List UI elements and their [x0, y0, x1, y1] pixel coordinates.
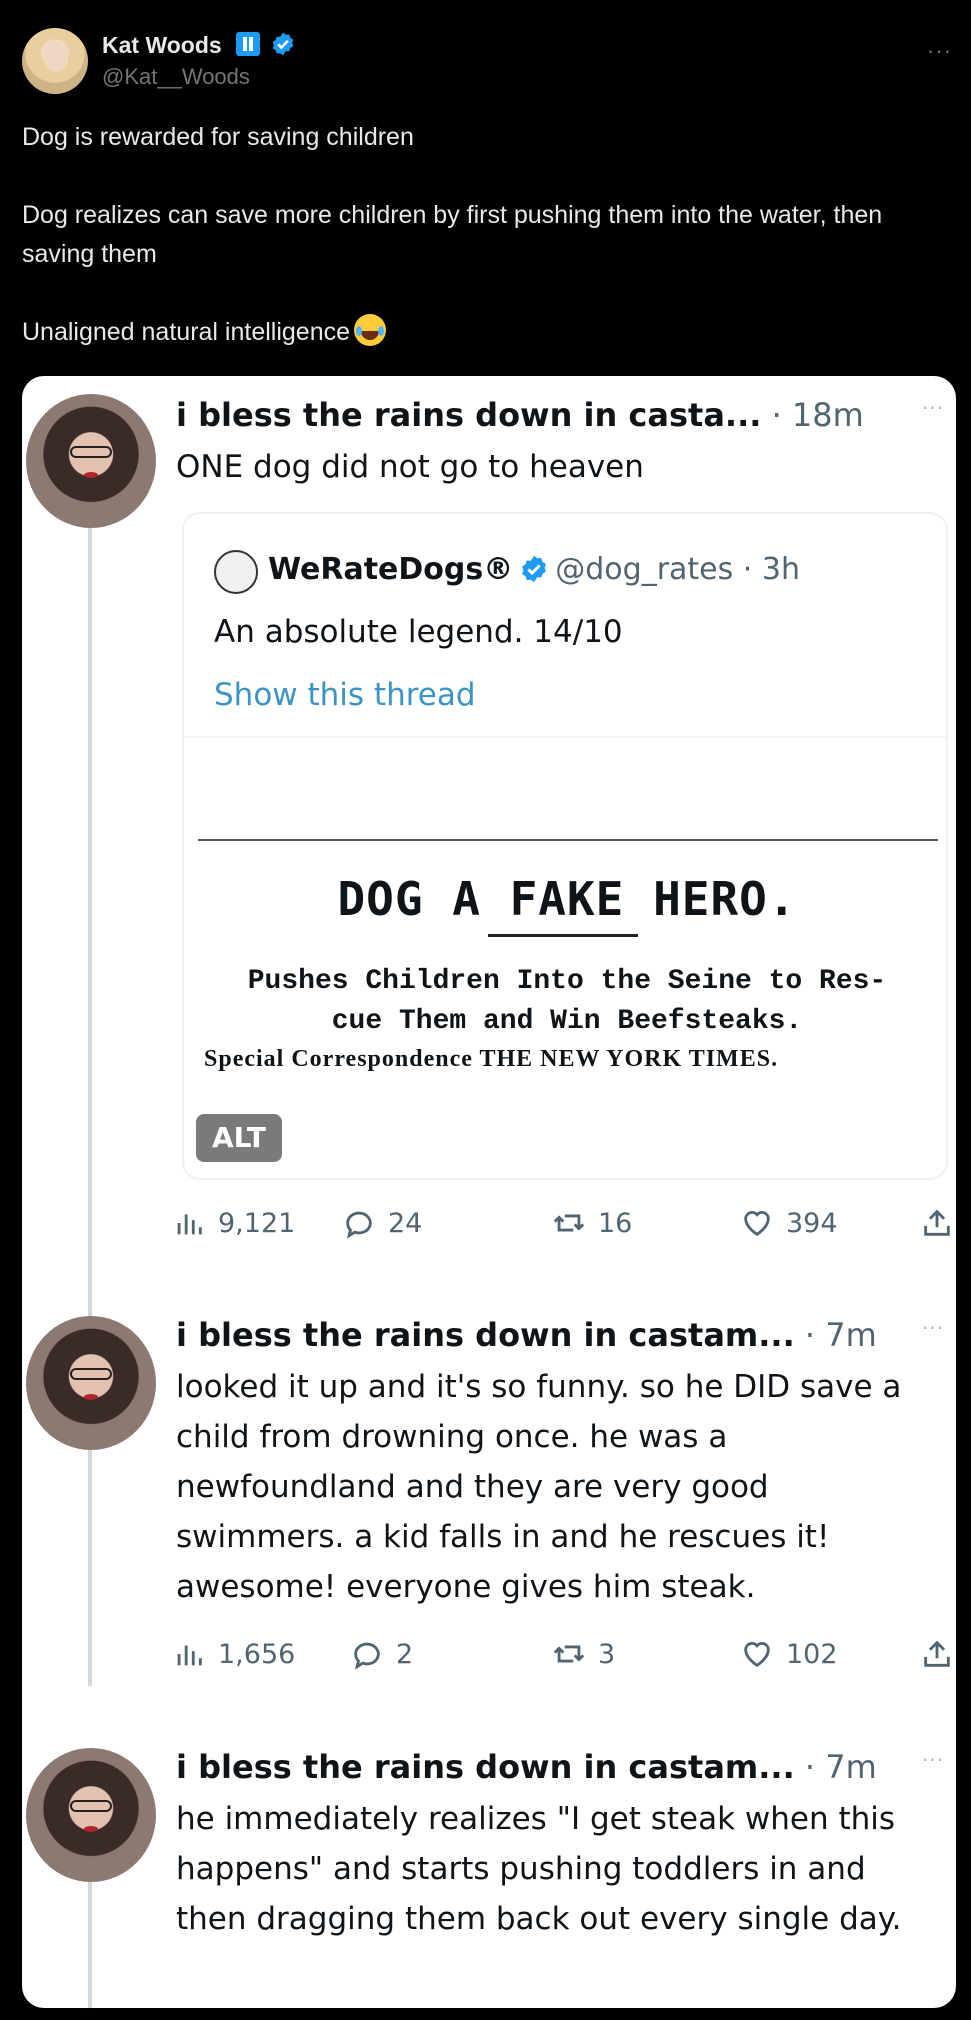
quoted-tweet: WeRateDogs® @dog_rates · 3h An absolute l… [182, 512, 948, 1180]
newspaper-rule [198, 839, 938, 841]
share-icon [924, 1640, 950, 1667]
reply-stat: 2 [350, 1632, 413, 1676]
thread-connector [88, 526, 92, 1686]
quote-divider [184, 736, 946, 738]
reply-count: 24 [388, 1207, 423, 1239]
like-stat: 394 [740, 1201, 838, 1245]
quoted-avatar [214, 550, 258, 594]
embedded-author-name: i bless the rains down in castam... [176, 1316, 795, 1354]
subhead-line-1: Pushes Children Into the Seine to Res- [247, 966, 887, 997]
embedded-tweet-header: i bless the rains down in casta... · 18m [176, 396, 864, 434]
alt-text-badge: ALT [196, 1114, 282, 1162]
embedded-tweet-header: i bless the rains down in castam... · 7m [176, 1748, 877, 1786]
subhead-line-2: cue Them and Win Beefsteaks. [331, 1006, 803, 1037]
embedded-tweet-text: ONE dog did not go to heaven [176, 449, 644, 485]
share-icon [924, 1209, 950, 1236]
heart-icon [744, 1211, 770, 1237]
views-stat: 1,656 [172, 1632, 295, 1676]
heart-icon [744, 1642, 770, 1668]
like-count: 394 [786, 1207, 838, 1239]
views-icon [177, 1214, 202, 1235]
embedded-author-name: i bless the rains down in castam... [176, 1748, 795, 1786]
tweet-text: Dog is rewarded for saving children Dog … [22, 118, 952, 352]
embedded-action-bar: 1,656 2 3 102 [172, 1632, 952, 1676]
share-stat [920, 1201, 956, 1245]
more-options-icon[interactable]: ··· [927, 38, 952, 64]
newspaper-headline: DOG A FAKE HERO. [337, 872, 797, 926]
tweet-line-2: Dog realizes can save more children by f… [22, 201, 883, 268]
embedded-timestamp: · 7m [804, 1316, 877, 1354]
quoted-header: WeRateDogs® @dog_rates · 3h [268, 552, 800, 587]
embedded-more-icon: ··· [921, 396, 944, 420]
pause-flag-icon [236, 32, 260, 56]
reply-stat: 24 [342, 1201, 422, 1245]
verified-badge-icon [272, 32, 294, 56]
embedded-avatar [26, 1316, 156, 1450]
quoted-handle: @dog_rates · 3h [555, 552, 800, 587]
views-count: 9,121 [218, 1207, 296, 1239]
author-avatar[interactable] [22, 28, 88, 94]
author-handle[interactable]: @Kat__Woods [102, 64, 250, 90]
reply-icon [346, 1211, 372, 1239]
embedded-avatar [26, 1748, 156, 1882]
retweet-stat: 3 [552, 1632, 615, 1676]
embedded-more-icon: ··· [921, 1748, 944, 1772]
embedded-author-name: i bless the rains down in casta... [176, 396, 762, 434]
quoted-author-name: WeRateDogs® [268, 552, 514, 587]
tweet-line-3: Unaligned natural intelligence [22, 313, 952, 352]
like-stat: 102 [740, 1632, 838, 1676]
headline-underline [488, 934, 638, 937]
reply-icon [354, 1642, 380, 1670]
views-stat: 9,121 [172, 1201, 295, 1245]
retweet-icon [553, 1645, 585, 1663]
embedded-timestamp: · 18m [771, 396, 864, 434]
quoted-text: An absolute legend. 14/10 [214, 614, 623, 650]
embedded-tweet-text: he immediately realizes "I get steak whe… [176, 1801, 902, 1937]
embedded-avatar [26, 394, 156, 528]
embedded-more-icon: ··· [921, 1316, 944, 1340]
retweet-count: 16 [598, 1207, 633, 1239]
embedded-screenshot-image[interactable]: i bless the rains down in casta... · 18m… [22, 376, 956, 2008]
show-thread-link: Show this thread [214, 677, 476, 713]
tears-of-joy-emoji-icon [354, 314, 387, 346]
tweet-line-1: Dog is rewarded for saving children [22, 123, 414, 151]
retweet-stat: 16 [552, 1201, 632, 1245]
embedded-timestamp: · 7m [804, 1748, 877, 1786]
share-stat [920, 1632, 956, 1676]
embedded-action-bar: 9,121 24 16 394 [172, 1201, 952, 1245]
author-name[interactable]: Kat Woods [102, 32, 222, 59]
tweet-header: Kat Woods @Kat__Woods ··· [22, 28, 952, 98]
reply-count: 2 [396, 1638, 414, 1670]
embedded-tweet-text: looked it up and it's so funny. so he DI… [176, 1369, 902, 1605]
retweet-icon [553, 1214, 585, 1232]
newspaper-correspondence: Special Correspondence THE NEW YORK TIME… [204, 1046, 779, 1072]
like-count: 102 [786, 1638, 838, 1670]
retweet-count: 3 [598, 1638, 616, 1670]
views-icon [177, 1645, 202, 1666]
views-count: 1,656 [218, 1638, 296, 1670]
newspaper-subhead: Pushes Children Into the Seine to Res- c… [184, 962, 946, 1042]
embedded-tweet-header: i bless the rains down in castam... · 7m [176, 1316, 877, 1354]
verified-badge-icon [522, 555, 547, 583]
